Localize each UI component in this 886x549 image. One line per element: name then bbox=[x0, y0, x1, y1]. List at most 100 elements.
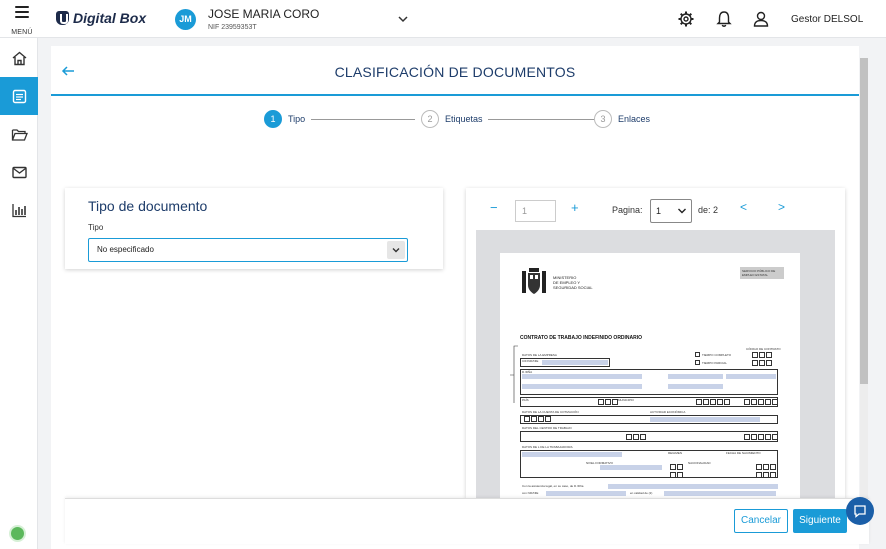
company-selector[interactable]: JOSE MARIA CORO NIF 23959353T bbox=[208, 7, 319, 31]
document-page: MINISTERIO DE EMPLEO Y SEGURIDAD SOCIAL … bbox=[500, 253, 800, 498]
sidebar-item-home[interactable] bbox=[0, 39, 38, 77]
chevron-down-icon bbox=[678, 208, 686, 214]
form-cells bbox=[524, 416, 552, 422]
zoom-input[interactable]: 1 bbox=[515, 200, 556, 222]
company-avatar[interactable]: JM bbox=[175, 9, 196, 30]
form-cells bbox=[756, 472, 777, 478]
form-value-bar bbox=[522, 374, 642, 379]
brand-logo-icon bbox=[56, 11, 69, 25]
zoom-in-button[interactable]: + bbox=[571, 200, 579, 215]
cancel-button[interactable]: Cancelar bbox=[734, 509, 788, 533]
capacity-line: en calidad de (2) bbox=[630, 491, 653, 495]
action-footer: Cancelar Siguiente bbox=[65, 498, 869, 544]
home-icon bbox=[12, 51, 26, 65]
page-select-value: 1 bbox=[656, 206, 662, 216]
sidebar-item-folders[interactable] bbox=[0, 115, 38, 153]
step-number: 2 bbox=[421, 110, 439, 128]
user-icon[interactable] bbox=[752, 10, 770, 28]
company-nif: NIF 23959353T bbox=[208, 24, 257, 31]
section-cotizacion: DATOS DE LA CUENTA DE COTIZACIÓN bbox=[522, 410, 579, 414]
form-value-bar bbox=[664, 491, 776, 496]
nif-line: con NIF/NIE bbox=[522, 491, 539, 495]
scrollbar-thumb[interactable] bbox=[860, 58, 868, 384]
nationality-label: NACIONALIDAD bbox=[688, 461, 711, 465]
form-cells bbox=[670, 464, 684, 470]
form-group bbox=[520, 369, 778, 395]
zoom-out-button[interactable]: − bbox=[490, 200, 498, 215]
brand-name: Digital Box bbox=[73, 10, 147, 26]
company-name: JOSE MARIA CORO bbox=[208, 7, 320, 21]
type-select[interactable]: No especificado bbox=[88, 238, 408, 262]
panel-title: Tipo de documento bbox=[88, 198, 208, 214]
regime-label: REGIMEN bbox=[668, 451, 683, 455]
brand-logo[interactable]: Digital Box bbox=[56, 10, 146, 26]
document-viewer: − 1 + Pagina: 1 de: 2 < > MINISTERIO DE … bbox=[466, 188, 845, 498]
contract-code-cells bbox=[752, 352, 773, 358]
page-select[interactable]: 1 bbox=[650, 199, 692, 223]
type-select-value: No especificado bbox=[97, 245, 154, 254]
chat-button[interactable] bbox=[846, 497, 874, 525]
section-centro: DATOS DEL CENTRO DE TRABAJO bbox=[522, 426, 572, 430]
checkbox-full-time bbox=[695, 352, 700, 357]
prev-page-button[interactable]: < bbox=[740, 200, 747, 214]
chevron-down-icon[interactable] bbox=[397, 13, 409, 25]
type-field-label: Tipo bbox=[88, 223, 104, 232]
step-number: 3 bbox=[594, 110, 612, 128]
form-value-bar bbox=[600, 465, 662, 470]
chat-icon bbox=[854, 505, 866, 518]
sidebar-item-documents[interactable] bbox=[0, 77, 38, 115]
title-divider bbox=[51, 94, 859, 96]
documents-icon bbox=[12, 89, 26, 103]
document-type-panel: Tipo de documento Tipo No especificado bbox=[65, 188, 443, 269]
folder-icon bbox=[11, 128, 28, 141]
step-label: Tipo bbox=[288, 114, 306, 124]
part-time-label: TIEMPO PARCIAL bbox=[702, 361, 727, 365]
sepe-stamp: SERVICIO PÚBLICO DE EMPLEO ESTATAL bbox=[740, 267, 784, 279]
contract-code-cells bbox=[752, 360, 773, 366]
menu-button[interactable]: MENÚ bbox=[8, 4, 36, 39]
gear-icon[interactable] bbox=[677, 10, 695, 28]
contract-code-label: CÓDIGO DE CONTRATO bbox=[746, 347, 781, 351]
sidebar-item-mail[interactable] bbox=[0, 153, 38, 191]
user-name[interactable]: Gestor DELSOL bbox=[791, 14, 863, 25]
next-page-button[interactable]: > bbox=[778, 200, 785, 214]
sidebar-item-reports[interactable] bbox=[0, 191, 38, 229]
activity-label: ACTIVIDAD ECONÓMICA bbox=[650, 410, 686, 414]
form-value-bar bbox=[608, 484, 778, 489]
checkbox-part-time bbox=[695, 360, 700, 365]
step-connector bbox=[488, 119, 594, 120]
form-cells bbox=[696, 399, 731, 405]
hamburger-icon bbox=[15, 6, 29, 18]
bell-icon[interactable] bbox=[715, 10, 733, 28]
next-button[interactable]: Siguiente bbox=[793, 509, 847, 533]
birth-date-label: FECHA DE NACIMIENTO bbox=[726, 451, 761, 455]
form-cells bbox=[744, 399, 779, 405]
document-preview-area[interactable]: MINISTERIO DE EMPLEO Y SEGURIDAD SOCIAL … bbox=[476, 230, 835, 498]
form-field bbox=[520, 431, 778, 442]
page-label: Pagina: bbox=[612, 205, 643, 215]
form-value-bar bbox=[522, 452, 622, 457]
step-label: Enlaces bbox=[618, 114, 651, 124]
stepper: 1 Tipo 2 Etiquetas 3 Enlaces bbox=[264, 110, 664, 130]
chevron-down-icon bbox=[387, 241, 405, 259]
step-tipo[interactable]: 1 Tipo bbox=[264, 110, 305, 128]
step-etiquetas[interactable]: 2 Etiquetas bbox=[421, 110, 483, 128]
bar-chart-icon bbox=[11, 203, 26, 217]
form-value-bar bbox=[546, 491, 626, 496]
status-indicator[interactable] bbox=[9, 525, 26, 542]
form-bracket bbox=[510, 345, 518, 403]
page-title: CLASIFICACIÓN DE DOCUMENTOS bbox=[334, 64, 576, 80]
mail-icon bbox=[11, 166, 27, 178]
step-label: Etiquetas bbox=[445, 114, 483, 124]
form-value-bar bbox=[668, 384, 723, 389]
full-time-label: TIEMPO COMPLETO bbox=[702, 353, 732, 357]
step-enlaces[interactable]: 3 Enlaces bbox=[594, 110, 650, 128]
step-number: 1 bbox=[264, 110, 282, 128]
form-cells bbox=[626, 434, 647, 440]
top-bar: MENÚ Digital Box JM JOSE MARIA CORO NIF … bbox=[0, 0, 886, 38]
form-cells bbox=[756, 464, 777, 470]
menu-label: MENÚ bbox=[11, 29, 33, 36]
cif-label: CIF/NIF/NIE bbox=[522, 359, 539, 363]
form-value-bar bbox=[522, 384, 642, 389]
document-title: CONTRATO DE TRABAJO INDEFINIDO ORDINARIO bbox=[520, 335, 643, 341]
